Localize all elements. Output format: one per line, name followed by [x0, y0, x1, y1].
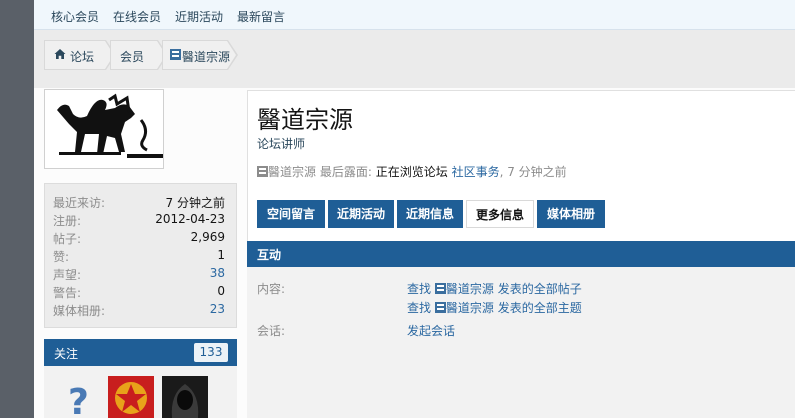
breadcrumb-home-label[interactable]: 论坛	[70, 48, 94, 65]
stat-row-last-visit: 最近来访: 7 分钟之前	[53, 196, 225, 210]
nav-online-members[interactable]: 在线会员	[113, 8, 161, 25]
stat-row-likes: 赞: 1	[53, 248, 225, 264]
breadcrumb-members-label[interactable]: 会员	[120, 48, 144, 65]
user-mini-icon	[170, 49, 181, 60]
tab-profile-posts[interactable]: 空间留言	[257, 200, 325, 228]
stat-row-reputation: 声望: 38	[53, 266, 225, 282]
stat-row-warnings: 警告: 0	[53, 284, 225, 300]
tab-postings[interactable]: 近期信息	[397, 200, 463, 228]
breadcrumb-current-label: 醫道宗源	[182, 50, 231, 64]
svg-text:?: ?	[68, 382, 89, 418]
following-header[interactable]: 关注 133	[44, 339, 237, 366]
find-all-posts-link[interactable]: 查找 醫道宗源 发表的全部帖子	[407, 280, 582, 297]
user-mini-icon	[434, 283, 446, 294]
home-icon	[54, 48, 66, 60]
tab-media[interactable]: 媒体相册	[537, 200, 605, 228]
tab-recent-activity[interactable]: 近期活动	[328, 200, 394, 228]
reputation-link[interactable]: 38	[210, 266, 225, 280]
nav-recent-activity[interactable]: 近期活动	[175, 8, 223, 25]
avatar[interactable]	[44, 89, 164, 169]
user-mini-icon	[434, 302, 446, 313]
profile-username: 醫道宗源	[257, 106, 353, 134]
user-mini-icon	[257, 166, 268, 177]
content-label: 内容:	[257, 282, 286, 296]
find-all-threads-link[interactable]: 查找 醫道宗源 发表的全部主题	[407, 299, 582, 316]
tab-information[interactable]: 更多信息	[466, 200, 534, 228]
hooded-avatar[interactable]	[162, 376, 208, 418]
stat-row-media: 媒体相册: 23	[53, 302, 225, 318]
stat-row-posts: 帖子: 2,969	[53, 230, 225, 246]
last-seen-line: 醫道宗源 最后露面: 正在浏览论坛 社区事务, 7 分钟之前	[257, 163, 567, 180]
media-count-link[interactable]: 23	[210, 302, 225, 316]
interaction-heading: 互动	[257, 248, 282, 262]
start-conversation-link[interactable]: 发起会话	[407, 322, 455, 339]
nav-core-members[interactable]: 核心会员	[51, 8, 99, 25]
question-avatar[interactable]: ?	[58, 376, 104, 418]
stat-row-registered: 注册: 2012-04-23	[53, 212, 225, 228]
camel-avatar-image	[45, 90, 163, 168]
profile-user-title: 论坛讲师	[257, 137, 306, 151]
last-seen-forum-link[interactable]: 社区事务	[452, 165, 500, 179]
interaction-header: 互动	[247, 241, 795, 267]
following-count-badge[interactable]: 133	[194, 343, 228, 362]
conversation-label: 会话:	[257, 324, 286, 338]
nav-latest-messages[interactable]: 最新留言	[237, 8, 285, 25]
star-avatar[interactable]	[108, 376, 154, 418]
following-label: 关注	[54, 347, 79, 361]
